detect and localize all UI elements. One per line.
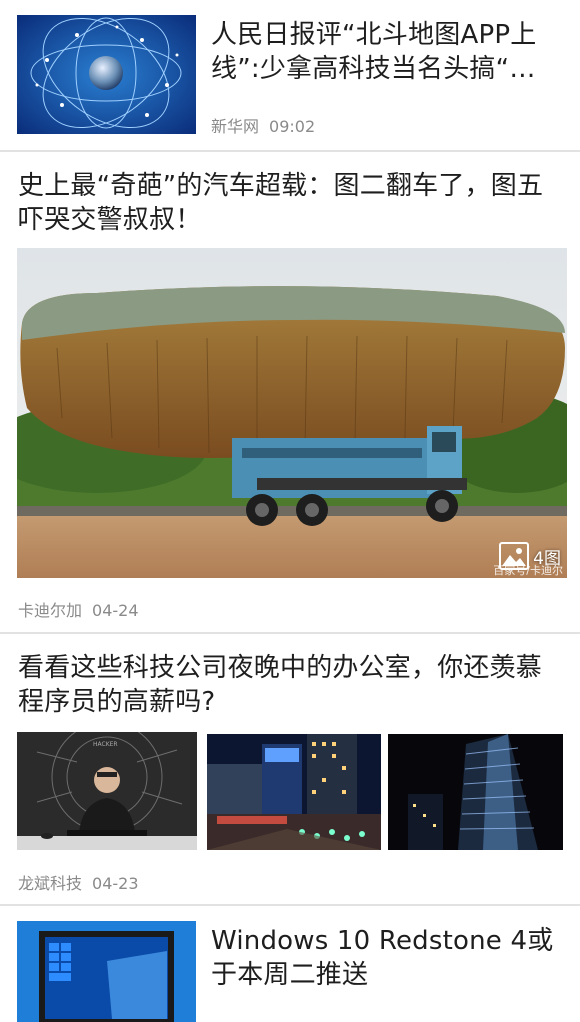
windows-laptop-image xyxy=(17,921,196,1022)
news-time: 04-24 xyxy=(92,601,139,620)
overloaded-truck-image xyxy=(17,248,567,578)
news-thumbnail xyxy=(17,15,196,134)
news-thumbnail-3 xyxy=(388,734,563,850)
screen-text: HACKER xyxy=(93,741,118,748)
news-source: 卡迪尔加 xyxy=(18,601,83,620)
news-title: 史上最“奇葩”的汽车超载：图二翻车了，图五吓哭交警叔叔！ xyxy=(18,171,544,235)
watermark: 百家号/卡迪尔 xyxy=(493,564,563,577)
news-thumbnail-1: HACKER xyxy=(17,732,197,850)
news-time: 04-23 xyxy=(92,874,139,893)
news-meta: 卡迪尔加 04-24 xyxy=(18,597,139,621)
news-meta: 龙斌科技 04-23 xyxy=(18,870,139,894)
news-source: 新华网 xyxy=(211,117,260,136)
skyscraper-night-image xyxy=(388,734,563,850)
news-item-3[interactable]: 看看这些科技公司夜晚中的办公室，你还羡慕程序员的高薪吗? HACKER 龙斌科技… xyxy=(0,634,580,904)
news-title: Windows 10 Redstone 4或于本周二推送 xyxy=(211,926,554,990)
news-feed: 人民日报评“北斗地图APP上线”:少拿高科技当名头搞“噱头” 新华网09:02 … xyxy=(0,0,580,1022)
news-title: 人民日报评“北斗地图APP上线”:少拿高科技当名头搞“噱头” xyxy=(211,20,537,84)
globe-satellite-image xyxy=(17,15,196,134)
news-meta: 新华网 09:02 xyxy=(211,113,315,137)
news-source: 龙斌科技 xyxy=(18,874,83,893)
news-large-image: 4图 百家号/卡迪尔 xyxy=(17,248,567,578)
news-time: 09:02 xyxy=(269,117,316,136)
news-thumbnail xyxy=(17,921,196,1022)
news-item-4[interactable]: Windows 10 Redstone 4或于本周二推送 xyxy=(0,906,580,1022)
office-building-night-image xyxy=(207,734,381,850)
hacker-desk-image: HACKER xyxy=(17,732,197,850)
news-item-1[interactable]: 人民日报评“北斗地图APP上线”:少拿高科技当名头搞“噱头” 新华网 09:02 xyxy=(0,0,580,150)
news-title: 看看这些科技公司夜晚中的办公室，你还羡慕程序员的高薪吗? xyxy=(18,653,543,717)
news-thumbnail-2 xyxy=(207,734,381,850)
news-item-2[interactable]: 史上最“奇葩”的汽车超载：图二翻车了，图五吓哭交警叔叔！ 4图 百家号/卡迪尔 … xyxy=(0,152,580,632)
